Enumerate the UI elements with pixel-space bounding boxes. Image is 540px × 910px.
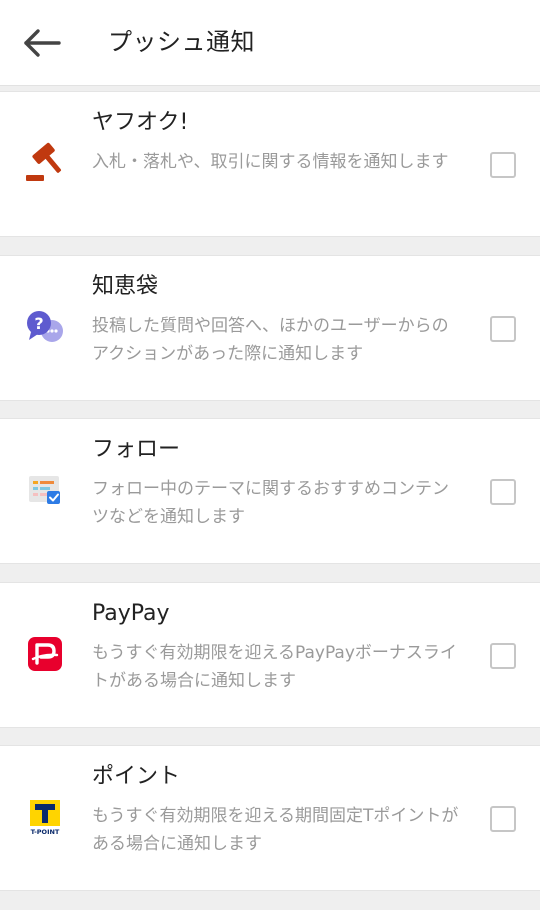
page-title: プッシュ通知 <box>108 28 255 56</box>
notification-item-paypay: PayPay もうすぐ有効期限を迎えるPayPayボーナスライトがある場合に通知… <box>0 582 540 728</box>
back-button[interactable] <box>14 18 70 68</box>
item-description: 投稿した質問や回答へ、ほかのユーザーからのアクションがあった際に通知します <box>92 316 449 364</box>
item-title: ヤフオク! <box>92 110 189 135</box>
item-title: PayPay <box>92 601 170 626</box>
notification-item-auction: ヤフオク! 入札・落札や、取引に関する情報を通知します <box>0 91 540 237</box>
notification-item-follow: フォロー フォロー中のテーマに関するおすすめコンテンツなどを通知します <box>0 418 540 564</box>
back-arrow-icon <box>24 29 61 57</box>
notification-item-tpoint: T-POINT ポイント もうすぐ有効期限を迎える期間固定Tポイントがある場合に… <box>0 745 540 891</box>
question-bubble-icon: ? <box>22 304 68 350</box>
app-header: プッシュ通知 <box>0 0 540 86</box>
follow-notification-checkbox[interactable] <box>490 479 516 505</box>
tpoint-notification-checkbox[interactable] <box>490 806 516 832</box>
notification-item-chiebukuro: ? 知恵袋 投稿した質問や回答へ、ほかのユーザーからのアクションがあった際に通知… <box>0 255 540 401</box>
item-title: ポイント <box>92 764 181 789</box>
auction-notification-checkbox[interactable] <box>490 152 516 178</box>
svg-text:T-POINT: T-POINT <box>31 828 60 836</box>
push-notification-settings-page: プッシュ通知 ヤフオク! 入札・落札や、取引に関する情報を通知します ? 知恵袋… <box>0 0 540 910</box>
svg-text:?: ? <box>34 314 43 333</box>
paypay-notification-checkbox[interactable] <box>490 643 516 669</box>
item-description: フォロー中のテーマに関するおすすめコンテンツなどを通知します <box>92 479 449 527</box>
item-description: もうすぐ有効期限を迎える期間固定Tポイントがある場合に通知します <box>92 806 459 854</box>
item-title: フォロー <box>92 437 181 462</box>
tpoint-logo-icon: T-POINT <box>22 794 68 840</box>
item-title: 知恵袋 <box>92 274 159 299</box>
auction-gavel-icon <box>22 140 68 186</box>
chiebukuro-notification-checkbox[interactable] <box>490 316 516 342</box>
item-description: もうすぐ有効期限を迎えるPayPayボーナスライトがある場合に通知します <box>92 643 457 691</box>
follow-feed-icon <box>22 467 68 513</box>
item-description: 入札・落札や、取引に関する情報を通知します <box>92 152 449 172</box>
paypay-logo-icon <box>22 631 68 677</box>
